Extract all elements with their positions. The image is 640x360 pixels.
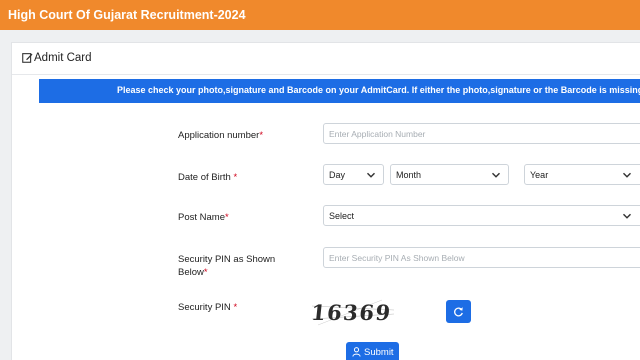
required-marker: *: [233, 302, 238, 313]
submit-button[interactable]: Submit: [346, 342, 399, 360]
required-marker: *: [225, 212, 229, 223]
page-title: High Court Of Gujarat Recruitment-2024: [8, 8, 246, 22]
post-name-select[interactable]: Select: [323, 205, 640, 226]
security-pin-label: Security PIN *: [178, 302, 238, 313]
notice-banner: Please check your photo,signature and Ba…: [39, 79, 640, 103]
security-pin-input[interactable]: [323, 247, 640, 268]
dob-day-value: Day: [329, 170, 346, 180]
submit-label: Submit: [364, 347, 394, 358]
chevron-down-icon: [491, 172, 501, 178]
application-number-label: Application number*: [178, 130, 264, 141]
application-number-input[interactable]: [323, 123, 640, 144]
card-title: Admit Card: [34, 52, 92, 64]
notice-text: Please check your photo,signature and Ba…: [117, 85, 640, 95]
card-header: Admit Card: [12, 43, 640, 75]
top-bar: High Court Of Gujarat Recruitment-2024: [0, 0, 640, 30]
refresh-captcha-button[interactable]: [446, 300, 471, 323]
chevron-down-icon: [366, 172, 376, 178]
dob-year-value: Year: [530, 170, 549, 180]
post-name-value: Select: [329, 211, 355, 221]
post-name-label: Post Name*: [178, 212, 229, 223]
user-icon: [352, 347, 361, 357]
refresh-icon: [454, 307, 463, 317]
date-of-birth-label: Date of Birth *: [178, 172, 238, 183]
captcha-text: 16369: [312, 300, 393, 325]
dob-year-select[interactable]: Year: [524, 164, 640, 185]
security-pin-input-label: Security PIN as Shown Below*: [178, 254, 276, 278]
required-marker: *: [203, 267, 208, 278]
dob-month-value: Month: [396, 170, 422, 180]
chevron-down-icon: [622, 172, 632, 178]
chevron-down-icon: [622, 213, 632, 219]
required-marker: *: [233, 172, 238, 183]
captcha-image: 16369: [312, 299, 394, 326]
dob-day-select[interactable]: Day: [323, 164, 384, 185]
required-marker: *: [259, 130, 264, 141]
edit-icon: [22, 53, 33, 63]
dob-month-select[interactable]: Month: [390, 164, 509, 185]
